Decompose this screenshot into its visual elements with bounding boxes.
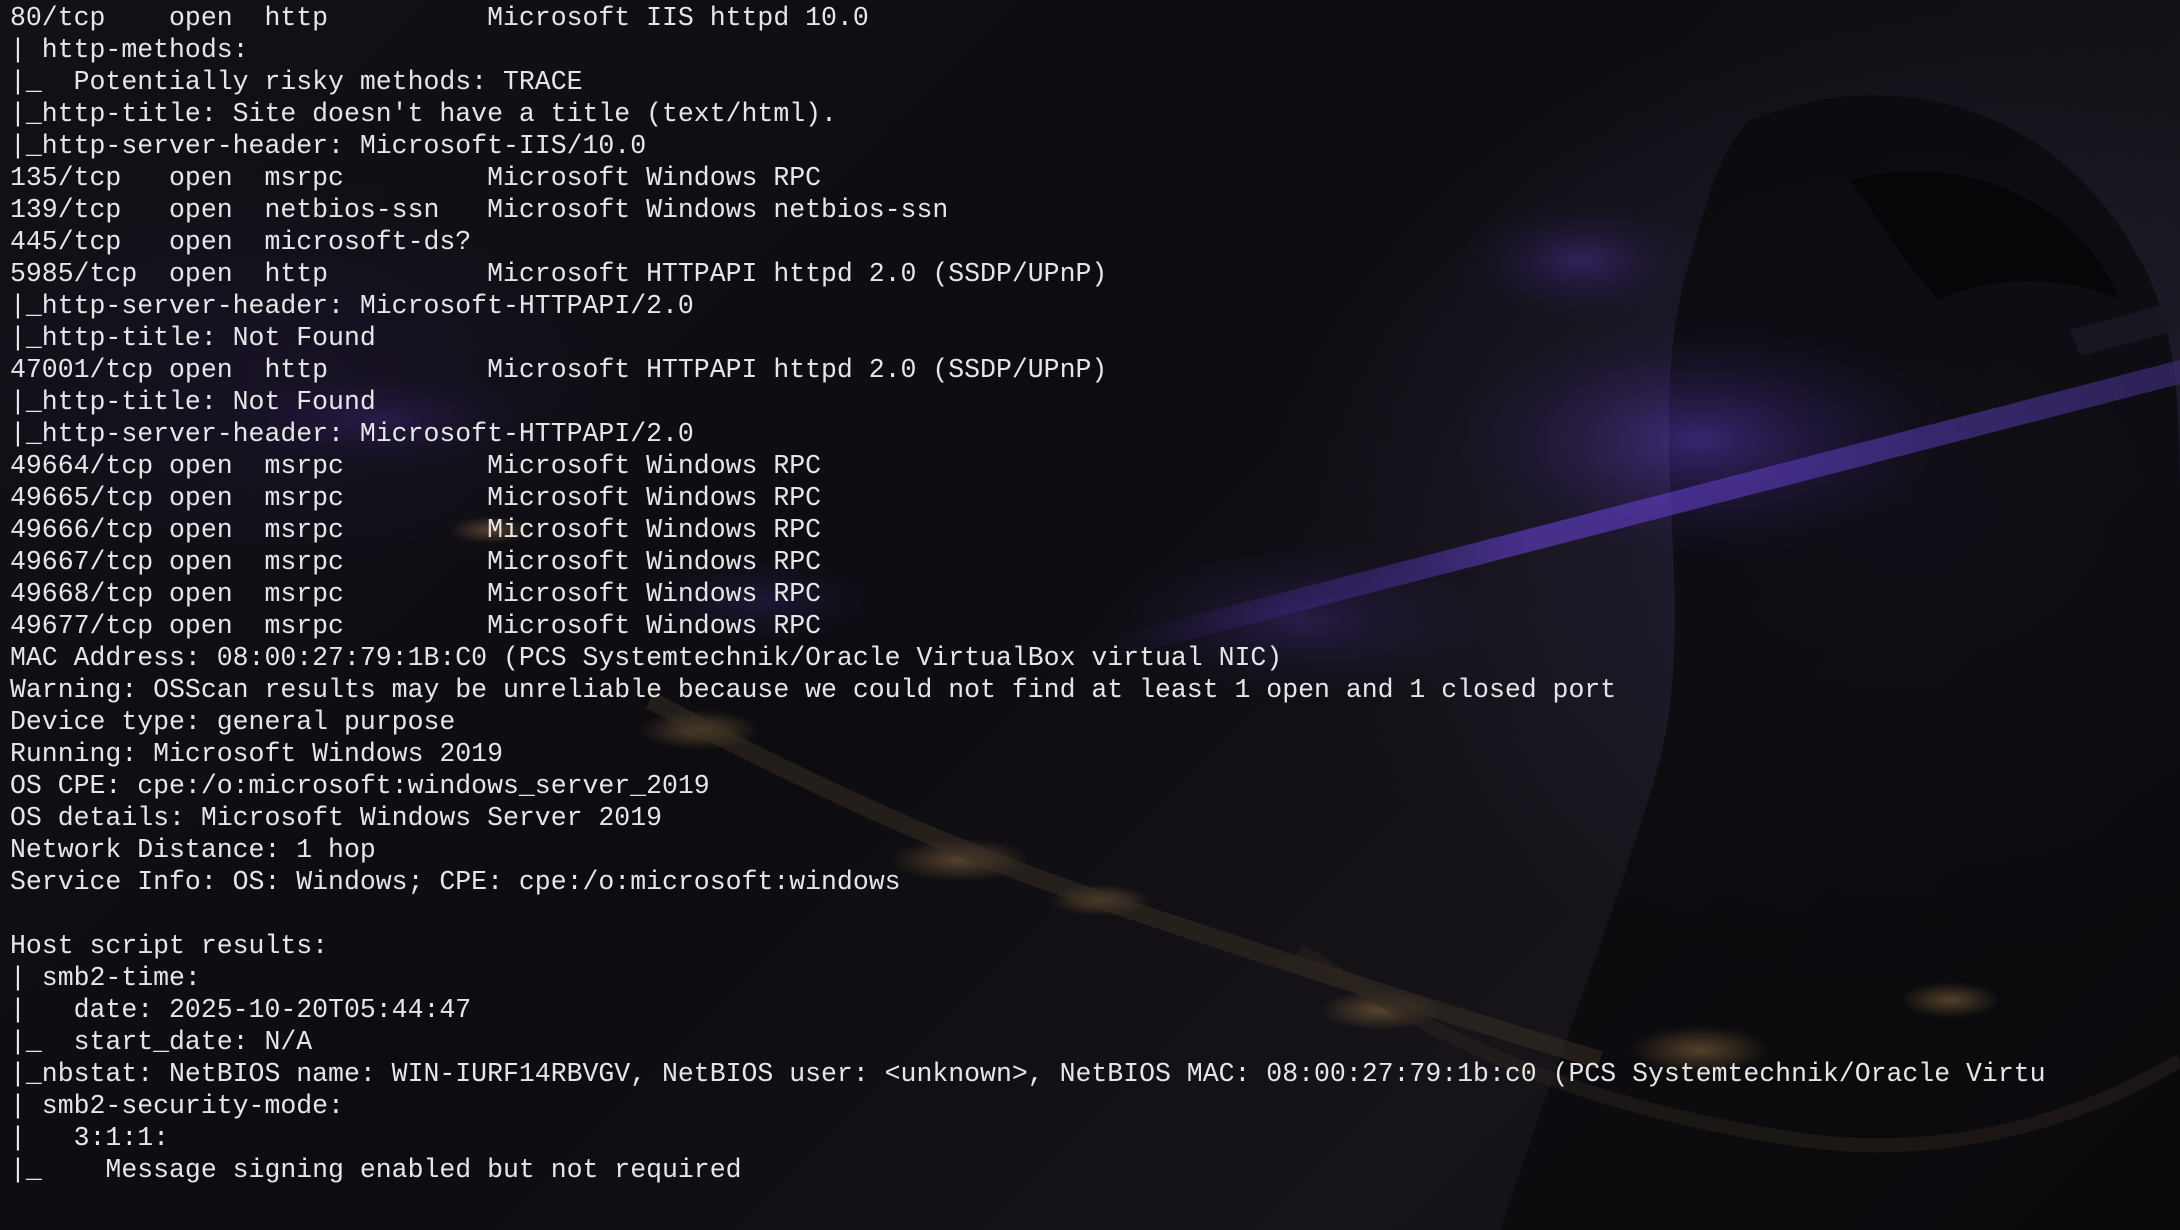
- terminal-line: 135/tcp open msrpc Microsoft Windows RPC: [10, 163, 822, 193]
- terminal-line: |_http-server-header: Microsoft-HTTPAPI/…: [10, 419, 694, 449]
- terminal-line: MAC Address: 08:00:27:79:1B:C0 (PCS Syst…: [10, 643, 1283, 673]
- terminal-line: 49677/tcp open msrpc Microsoft Windows R…: [10, 611, 822, 641]
- terminal-line: | smb2-time:: [10, 963, 201, 993]
- terminal-line: 49668/tcp open msrpc Microsoft Windows R…: [10, 579, 822, 609]
- terminal-line: 47001/tcp open http Microsoft HTTPAPI ht…: [10, 355, 1108, 385]
- terminal-line: | smb2-security-mode:: [10, 1091, 344, 1121]
- terminal-line: |_ start_date: N/A: [10, 1027, 313, 1057]
- terminal-line: |_ Message signing enabled but not requi…: [10, 1155, 742, 1185]
- terminal-window[interactable]: 80/tcp open http Microsoft IIS httpd 10.…: [0, 0, 2180, 1230]
- terminal-line: OS CPE: cpe:/o:microsoft:windows_server_…: [10, 771, 710, 801]
- terminal-line: Host script results:: [10, 931, 329, 961]
- terminal-line: Device type: general purpose: [10, 707, 456, 737]
- terminal-line: 445/tcp open microsoft-ds?: [10, 227, 472, 257]
- terminal-line: Network Distance: 1 hop: [10, 835, 376, 865]
- terminal-line: |_ Potentially risky methods: TRACE: [10, 67, 583, 97]
- terminal-line: |_http-title: Not Found: [10, 323, 376, 353]
- terminal-line: OS details: Microsoft Windows Server 201…: [10, 803, 663, 833]
- terminal-line: Warning: OSScan results may be unreliabl…: [10, 675, 1617, 705]
- terminal-line: 139/tcp open netbios-ssn Microsoft Windo…: [10, 195, 949, 225]
- terminal-line: |_http-title: Not Found: [10, 387, 376, 417]
- terminal-line: |_http-server-header: Microsoft-IIS/10.0: [10, 131, 647, 161]
- terminal-line: 49665/tcp open msrpc Microsoft Windows R…: [10, 483, 822, 513]
- terminal-line: 49667/tcp open msrpc Microsoft Windows R…: [10, 547, 822, 577]
- terminal-line: 49666/tcp open msrpc Microsoft Windows R…: [10, 515, 822, 545]
- terminal-line: | date: 2025-10-20T05:44:47: [10, 995, 472, 1025]
- terminal-line: |_nbstat: NetBIOS name: WIN-IURF14RBVGV,…: [10, 1059, 2046, 1089]
- terminal-line: 80/tcp open http Microsoft IIS httpd 10.…: [10, 3, 869, 33]
- terminal-line: 5985/tcp open http Microsoft HTTPAPI htt…: [10, 259, 1108, 289]
- terminal-line: Running: Microsoft Windows 2019: [10, 739, 503, 769]
- terminal-line: | 3:1:1:: [10, 1123, 170, 1153]
- terminal-line: |_http-title: Site doesn't have a title …: [10, 99, 837, 129]
- terminal-line: Service Info: OS: Windows; CPE: cpe:/o:m…: [10, 867, 901, 897]
- terminal-line: 49664/tcp open msrpc Microsoft Windows R…: [10, 451, 822, 481]
- terminal-output[interactable]: 80/tcp open http Microsoft IIS httpd 10.…: [10, 2, 2046, 1186]
- terminal-line: | http-methods:: [10, 35, 249, 65]
- terminal-line: |_http-server-header: Microsoft-HTTPAPI/…: [10, 291, 694, 321]
